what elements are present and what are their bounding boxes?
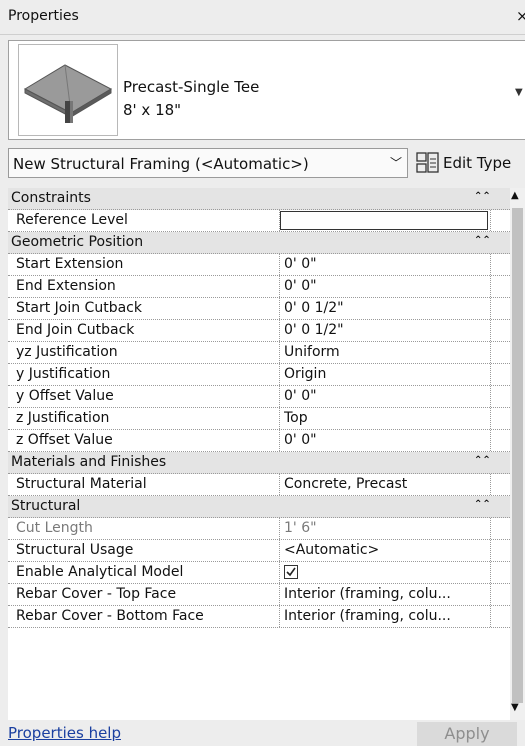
property-value[interactable]: 0' 0 1/2" [284,322,490,338]
property-value[interactable]: 0' 0" [284,432,490,448]
palette-title: Properties [8,8,79,24]
property-name: Structural Usage [8,540,280,561]
property-row-z-offset-value[interactable]: z Offset Value 0' 0" [8,430,510,452]
property-value[interactable]: Origin [284,366,490,382]
vertical-scrollbar[interactable]: ▲ ▼ [510,188,525,720]
group-title: Geometric Position [11,234,144,250]
property-row-rebar-cover-bottom-face[interactable]: Rebar Cover - Bottom Face Interior (fram… [8,606,510,628]
property-value[interactable]: 0' 0" [284,388,490,404]
property-value[interactable]: Interior (framing, colu... [284,608,490,624]
property-name: Structural Material [8,474,280,495]
instance-filter-dropdown[interactable]: New Structural Framing (<Automatic>) ﹀ [8,148,408,178]
type-family-name: Precast-Single Tee [123,78,260,96]
property-row-structural-usage[interactable]: Structural Usage <Automatic> [8,540,510,562]
property-name: Start Extension [8,254,280,275]
group-title: Structural [11,498,81,514]
property-row-enable-analytical-model[interactable]: Enable Analytical Model [8,562,510,584]
reference-level-field[interactable] [280,211,488,230]
property-row-reference-level[interactable]: Reference Level [8,210,510,232]
property-value[interactable]: 0' 0 1/2" [284,300,490,316]
property-row-cut-length: Cut Length 1' 6" [8,518,510,540]
group-header-structural[interactable]: Structural ⌃⌃ [8,496,510,518]
instance-filter-value: New Structural Framing (<Automatic>) [13,155,309,173]
group-header-constraints[interactable]: Constraints ⌃⌃ [8,188,510,210]
checkmark-icon [286,567,296,577]
property-name: Rebar Cover - Bottom Face [8,606,280,627]
apply-button[interactable]: Apply [417,722,517,746]
enable-analytical-model-checkbox[interactable] [284,565,298,579]
edit-type-label: Edit Type [443,154,512,172]
collapse-icon[interactable]: ⌃⌃ [474,235,491,246]
property-value[interactable]: 0' 0" [284,256,490,272]
scroll-up-icon[interactable]: ▲ [511,190,519,201]
type-selector[interactable]: Precast-Single Tee 8' x 18" ▼ [8,40,525,140]
property-value[interactable]: Interior (framing, colu... [284,586,490,602]
instance-selector-row: New Structural Framing (<Automatic>) ﹀ E… [0,148,525,182]
property-row-end-join-cutback[interactable]: End Join Cutback 0' 0 1/2" [8,320,510,342]
collapse-icon[interactable]: ⌃⌃ [474,499,491,510]
property-row-y-offset-value[interactable]: y Offset Value 0' 0" [8,386,510,408]
type-size-name: 8' x 18" [123,101,182,119]
property-value[interactable]: <Automatic> [284,542,490,558]
property-name: z Justification [8,408,280,429]
property-row-start-extension[interactable]: Start Extension 0' 0" [8,254,510,276]
palette-footer: Properties help Apply [0,720,525,746]
property-row-structural-material[interactable]: Structural Material Concrete, Precast [8,474,510,496]
properties-help-link[interactable]: Properties help [8,724,121,742]
property-name: Reference Level [8,210,280,231]
type-thumbnail-image [18,44,118,136]
property-row-rebar-cover-top-face[interactable]: Rebar Cover - Top Face Interior (framing… [8,584,510,606]
group-title: Constraints [11,190,91,206]
edit-type-icon [416,152,439,173]
collapse-icon[interactable]: ⌃⌃ [474,191,491,202]
group-header-geometric-position[interactable]: Geometric Position ⌃⌃ [8,232,510,254]
property-row-start-join-cutback[interactable]: Start Join Cutback 0' 0 1/2" [8,298,510,320]
property-name: Start Join Cutback [8,298,280,319]
property-name: yz Justification [8,342,280,363]
close-icon[interactable]: × [516,7,525,25]
scroll-down-icon[interactable]: ▼ [511,702,519,713]
property-name: Enable Analytical Model [8,562,280,583]
property-name: y Justification [8,364,280,385]
property-value[interactable]: Uniform [284,344,490,360]
property-value[interactable]: Concrete, Precast [284,476,490,492]
property-row-end-extension[interactable]: End Extension 0' 0" [8,276,510,298]
property-name: End Extension [8,276,280,297]
palette-titlebar: Properties × [0,0,525,35]
group-header-materials-and-finishes[interactable]: Materials and Finishes ⌃⌃ [8,452,510,474]
property-value[interactable]: 0' 0" [284,278,490,294]
chevron-down-icon[interactable]: ▼ [515,87,523,98]
property-name: Cut Length [8,518,280,539]
chevron-down-icon: ﹀ [390,156,403,170]
property-name: z Offset Value [8,430,280,451]
property-row-y-justification[interactable]: y Justification Origin [8,364,510,386]
property-name: End Join Cutback [8,320,280,341]
scrollbar-thumb[interactable] [512,208,523,703]
properties-grid[interactable]: Constraints ⌃⌃ Reference Level Geometric… [8,188,510,720]
property-value[interactable]: Top [284,410,490,426]
property-row-z-justification[interactable]: z Justification Top [8,408,510,430]
collapse-icon[interactable]: ⌃⌃ [474,455,491,466]
property-name: y Offset Value [8,386,280,407]
property-name: Rebar Cover - Top Face [8,584,280,605]
group-title: Materials and Finishes [11,454,167,470]
property-row-yz-justification[interactable]: yz Justification Uniform [8,342,510,364]
property-value: 1' 6" [284,520,317,536]
